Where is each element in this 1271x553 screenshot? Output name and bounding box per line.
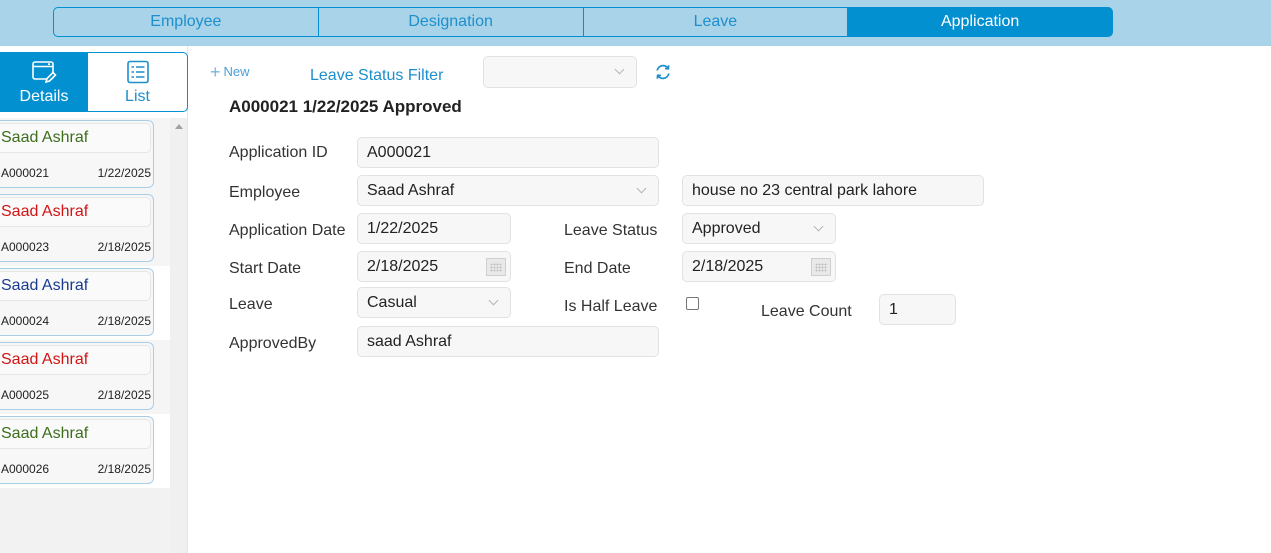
leave-status-filter-select[interactable] [483,56,637,88]
leave-status-label: Leave Status [564,222,658,239]
list-item-card[interactable]: Saad Ashraf A000025 2/18/2025 [0,342,154,410]
chevron-down-icon [813,221,824,232]
list-item-date: 2/18/2025 [97,462,151,476]
list-scrollbar[interactable] [170,118,187,553]
chevron-down-icon [614,64,625,75]
list-item-id: A000024 [1,314,50,328]
record-list-pane: Details List Saad Ashraf A000021 1/22/20… [0,46,188,553]
calendar-icon[interactable] [486,258,506,276]
view-switcher: Details List [0,52,188,112]
end-date-value: 2/18/2025 [692,258,764,275]
end-date-field[interactable]: 2/18/2025 [682,251,836,282]
list-item-card[interactable]: Saad Ashraf A000024 2/18/2025 [0,268,154,336]
list-item[interactable]: Saad Ashraf A000024 2/18/2025 [0,266,170,340]
list-item-id: A000026 [1,462,50,476]
leave-status-select[interactable]: Approved [682,213,836,244]
list-item-name: Saad Ashraf [0,419,151,449]
list-item-card[interactable]: Saad Ashraf A000023 2/18/2025 [0,194,154,262]
start-date-value: 2/18/2025 [367,258,439,275]
list-icon [126,60,149,83]
application-id-field[interactable]: A000021 [357,137,659,168]
scroll-up-arrow-icon[interactable] [175,124,183,129]
list-item[interactable]: Saad Ashraf A000023 2/18/2025 [0,192,170,266]
leave-label: Leave [229,296,273,313]
tab-designation[interactable]: Designation [318,7,584,37]
list-item-name: Saad Ashraf [0,197,151,227]
list-item-id: A000021 [1,166,50,180]
list-item-id: A000025 [1,388,50,402]
leave-status-value: Approved [692,220,761,237]
top-navigation-bar: Employee Designation Leave Application [0,0,1271,46]
details-view-button[interactable]: Details [0,53,88,111]
list-item[interactable]: Saad Ashraf A000026 2/18/2025 [0,414,170,488]
leave-count-field[interactable]: 1 [879,294,956,325]
new-label: New [223,64,250,79]
employee-select[interactable]: Saad Ashraf [357,175,659,206]
plus-icon: + [210,61,221,82]
module-tabs: Employee Designation Leave Application [53,7,1113,37]
list-item-date: 2/18/2025 [97,314,151,328]
leave-count-label: Leave Count [761,303,852,320]
list-item-name: Saad Ashraf [0,271,151,301]
end-date-label: End Date [564,260,631,277]
leave-status-filter-label: Leave Status Filter [310,67,444,84]
list-item-card[interactable]: Saad Ashraf A000026 2/18/2025 [0,416,154,484]
is-half-leave-checkbox[interactable] [686,297,699,310]
list-item-id: A000023 [1,240,50,254]
start-date-field[interactable]: 2/18/2025 [357,251,511,282]
list-item-date: 1/22/2025 [97,166,151,180]
window-edit-icon [32,60,57,83]
application-list: Saad Ashraf A000021 1/22/2025 Saad Ashra… [0,118,170,553]
list-item-name: Saad Ashraf [0,123,151,153]
employee-address-field[interactable]: house no 23 central park lahore [682,175,984,206]
leave-type-value: Casual [367,294,417,311]
list-item[interactable]: Saad Ashraf A000025 2/18/2025 [0,340,170,414]
is-half-leave-label: Is Half Leave [564,298,658,315]
calendar-icon[interactable] [811,258,831,276]
application-date-field[interactable]: 1/22/2025 [357,213,511,244]
employee-label: Employee [229,184,301,201]
record-title: A000021 1/22/2025 Approved [229,97,462,116]
tab-employee[interactable]: Employee [53,7,319,37]
application-date-label: Application Date [229,222,346,239]
application-id-label: Application ID [229,144,328,161]
chevron-down-icon [636,183,647,194]
refresh-icon[interactable] [654,63,672,81]
approved-by-label: ApprovedBy [229,335,317,352]
list-item-name: Saad Ashraf [0,345,151,375]
list-item-date: 2/18/2025 [97,240,151,254]
details-label: Details [19,87,69,105]
start-date-label: Start Date [229,260,302,277]
list-label: List [125,87,150,105]
tab-application[interactable]: Application [848,7,1113,37]
leave-type-select[interactable]: Casual [357,287,511,318]
list-item[interactable]: Saad Ashraf A000021 1/22/2025 [0,118,170,192]
tab-leave[interactable]: Leave [583,7,849,37]
new-button[interactable]: + New [210,61,250,82]
list-item-card[interactable]: Saad Ashraf A000021 1/22/2025 [0,120,154,188]
approved-by-field[interactable]: saad Ashraf [357,326,659,357]
list-view-button[interactable]: List [88,53,187,111]
list-item-date: 2/18/2025 [97,388,151,402]
employee-value: Saad Ashraf [367,182,455,199]
chevron-down-icon [488,295,499,306]
